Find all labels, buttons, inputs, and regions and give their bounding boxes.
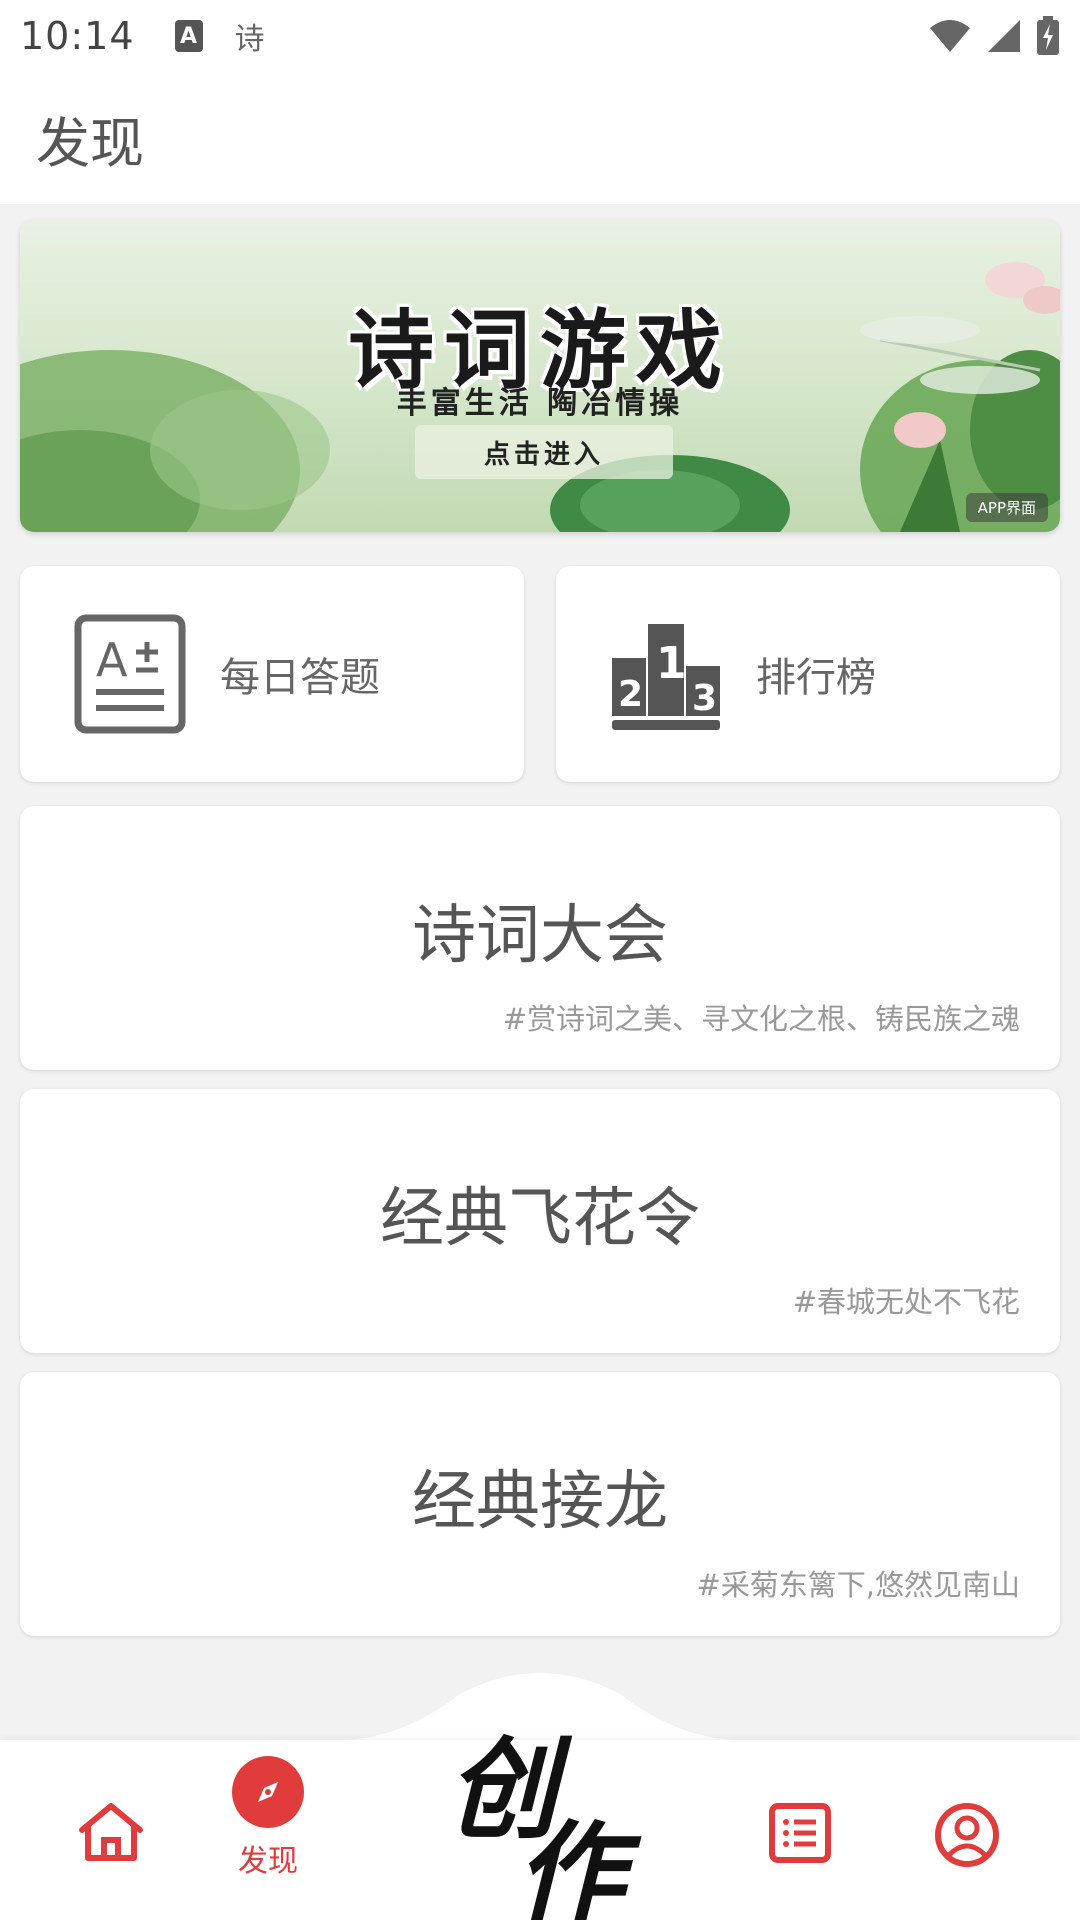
banner-subtitle: 丰富生活 陶冶情操 (396, 386, 684, 421)
nav-list[interactable] (768, 1802, 832, 1864)
svg-text:A: A (96, 633, 128, 687)
list-icon (769, 1803, 831, 1863)
flying-flower-card[interactable]: 经典飞花令 #春城无处不飞花 (20, 1089, 1060, 1353)
nav-create-button[interactable]: 创 作 (445, 1700, 635, 1920)
game-banner[interactable]: 诗词游戏 丰富生活 陶冶情操 点击进入 APP界面 (20, 220, 1060, 532)
nav-discover-label: 发现 (238, 1844, 298, 1879)
signal-icon (988, 20, 1020, 52)
section-title: 经典接龙 (412, 1465, 668, 1539)
podium-first: 1 (656, 638, 687, 689)
section-tagline: #赏诗词之美、寻文化之根、铸民族之魂 (502, 1002, 1020, 1036)
podium-icon: 2 1 3 (612, 624, 720, 730)
poetry-conference-card[interactable]: 诗词大会 #赏诗词之美、寻文化之根、铸民族之魂 (20, 806, 1060, 1070)
notification-app-label: 诗 (234, 22, 265, 57)
home-icon (79, 1803, 143, 1861)
page-header: 发现 (0, 72, 1080, 204)
create-char-2: 作 (515, 1809, 625, 1920)
user-icon (935, 1803, 999, 1867)
poem-relay-card[interactable]: 经典接龙 #采菊东篱下,悠然见南山 (20, 1372, 1060, 1636)
status-bar: 10:14 A 诗 (0, 0, 1080, 72)
wifi-icon (930, 20, 970, 52)
section-tagline: #春城无处不飞花 (792, 1285, 1020, 1319)
nav-discover[interactable]: 发现 (232, 1756, 304, 1880)
leaderboard-label: 排行榜 (756, 655, 876, 701)
status-indicators (928, 16, 1060, 56)
status-time: 10:14 (20, 14, 135, 58)
banner-enter-button[interactable]: 点击进入 (415, 425, 673, 479)
podium-second: 2 (618, 674, 643, 715)
keyboard-app-icon: A (174, 20, 203, 52)
nav-profile[interactable] (934, 1802, 1000, 1868)
battery-icon (1037, 16, 1059, 55)
compass-icon (232, 1756, 304, 1828)
quiz-icon: A (74, 614, 186, 734)
section-title: 经典飞花令 (380, 1182, 700, 1256)
daily-quiz-card[interactable]: A 每日答题 (20, 566, 524, 782)
banner-tag: APP界面 (965, 493, 1048, 522)
leaderboard-card[interactable]: 2 1 3 排行榜 (556, 566, 1060, 782)
section-title: 诗词大会 (412, 899, 668, 973)
section-tagline: #采菊东篱下,悠然见南山 (696, 1568, 1020, 1602)
daily-quiz-label: 每日答题 (220, 655, 380, 701)
page-title: 发现 (36, 111, 144, 175)
nav-home[interactable] (76, 1800, 146, 1864)
podium-third: 3 (692, 678, 717, 719)
